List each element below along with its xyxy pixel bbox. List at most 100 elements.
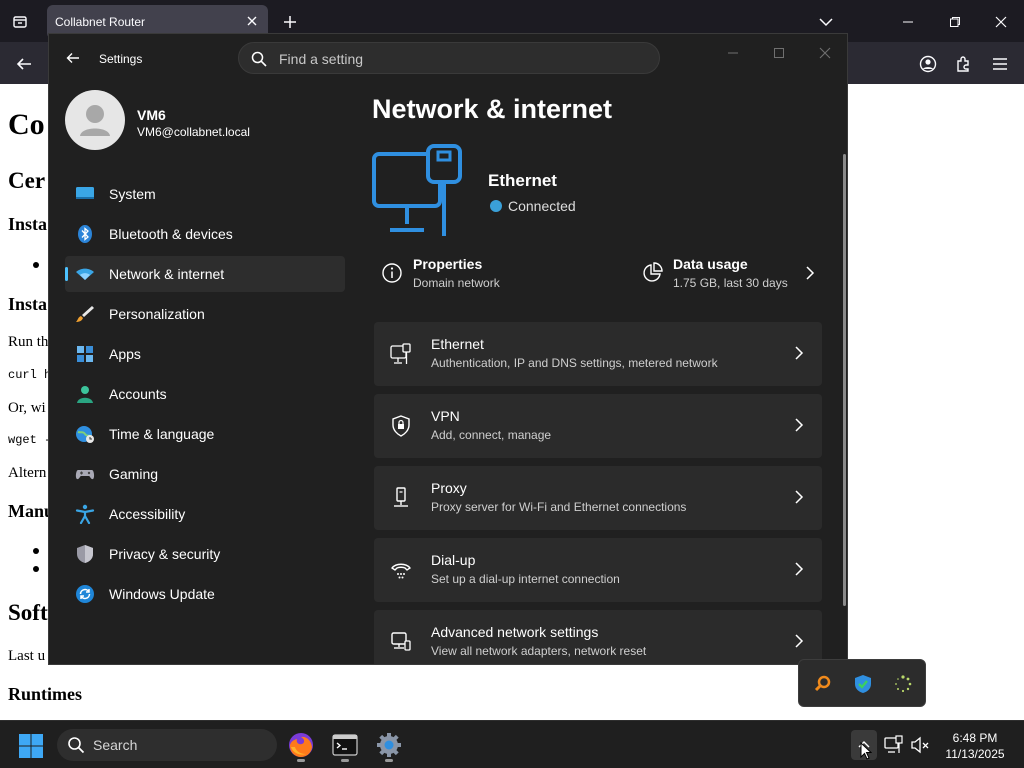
proxy-icon — [394, 487, 408, 507]
avatar[interactable] — [65, 90, 125, 150]
close-window-icon[interactable] — [810, 40, 840, 66]
vpn-settings-card[interactable]: VPN Add, connect, manage — [374, 394, 822, 458]
sidebar-item-system[interactable]: System — [65, 176, 345, 212]
data-usage-link[interactable]: Data usage 1.75 GB, last 30 days — [641, 252, 821, 296]
sidebar-item-label: Gaming — [109, 466, 159, 482]
paragraph: Altern — [8, 465, 47, 481]
close-tab-icon[interactable] — [244, 13, 260, 29]
sidebar-item-accounts[interactable]: Accounts — [65, 376, 345, 412]
connection-status: Connected — [490, 198, 576, 214]
search-input[interactable] — [279, 49, 649, 69]
sidebar-item-label: System — [109, 186, 156, 202]
code-line: wget - — [8, 433, 52, 447]
new-tab-plus-icon[interactable] — [278, 10, 302, 34]
subsection-heading: Runtimes — [8, 684, 83, 704]
chevron-right-icon — [795, 346, 804, 360]
settings-window: Settings VM6 VM6@collabnet.local System … — [48, 33, 848, 665]
settings-taskbar-icon[interactable] — [374, 730, 404, 762]
sidebar-item-network[interactable]: Network & internet — [65, 256, 345, 292]
dialup-settings-card[interactable]: Dial-up Set up a dial-up internet connec… — [374, 538, 822, 602]
card-title: Advanced network settings — [431, 624, 599, 640]
accessibility-icon — [75, 504, 95, 524]
chevron-right-icon — [795, 418, 804, 432]
sidebar-item-label: Privacy & security — [109, 546, 221, 562]
search-icon — [251, 51, 267, 67]
card-title: Dial-up — [431, 552, 476, 568]
magnifier-app-icon[interactable] — [813, 674, 833, 694]
firefox-taskbar-icon[interactable] — [286, 730, 316, 762]
card-subtitle: Set up a dial-up internet connection — [431, 572, 620, 586]
card-title: Ethernet — [431, 336, 484, 352]
sidebar-item-privacy-security[interactable]: Privacy & security — [65, 536, 345, 572]
taskbar-search-box[interactable]: Search — [57, 729, 277, 761]
card-title: Proxy — [431, 480, 467, 496]
sidebar-item-windows-update[interactable]: Windows Update — [65, 576, 345, 612]
loading-spinner-icon[interactable] — [893, 674, 913, 694]
running-indicator — [385, 759, 393, 762]
ethernet-settings-card[interactable]: Ethernet Authentication, IP and DNS sett… — [374, 322, 822, 386]
sidebar-item-personalization[interactable]: Personalization — [65, 296, 345, 332]
close-window-icon[interactable] — [986, 8, 1016, 36]
taskbar-search-label: Search — [93, 737, 138, 753]
account-icon[interactable] — [914, 50, 942, 78]
restore-icon[interactable] — [940, 8, 970, 36]
settings-search-box[interactable] — [238, 42, 660, 74]
ethernet-adapter-name: Ethernet — [488, 171, 557, 190]
advanced-network-settings-card[interactable]: Advanced network settings View all netwo… — [374, 610, 822, 664]
dialup-icon — [390, 563, 412, 579]
show-hidden-icons-chevron-icon[interactable] — [851, 730, 877, 760]
pie-chart-icon — [643, 262, 663, 282]
user-name: VM6 — [137, 107, 166, 123]
extensions-puzzle-icon[interactable] — [950, 50, 978, 78]
card-subtitle: View all network adapters, network reset — [431, 644, 647, 658]
terminal-taskbar-icon[interactable] — [330, 730, 360, 762]
maximize-icon[interactable] — [764, 40, 794, 66]
sidebar-item-label: Time & language — [109, 426, 215, 442]
search-icon — [68, 737, 85, 754]
sidebar-item-label: Windows Update — [109, 586, 215, 602]
hamburger-menu-icon[interactable] — [986, 50, 1014, 78]
monitor-icon — [76, 187, 94, 199]
paragraph: Last u — [8, 648, 46, 664]
gamepad-icon — [75, 470, 95, 480]
apps-icon — [77, 346, 93, 362]
tab-list-icon[interactable] — [8, 10, 32, 34]
page-heading: Co — [8, 108, 45, 141]
shield-icon — [77, 545, 93, 563]
content-scrollbar[interactable] — [843, 154, 846, 606]
security-shield-icon[interactable] — [853, 674, 873, 694]
sidebar-item-accessibility[interactable]: Accessibility — [65, 496, 345, 532]
network-ethernet-icon[interactable] — [884, 735, 904, 755]
minimize-icon[interactable] — [893, 8, 923, 36]
system-clock[interactable]: 6:48 PM 11/13/2025 — [940, 730, 1010, 762]
sidebar-item-time-language[interactable]: Time & language — [65, 416, 345, 452]
running-indicator — [297, 759, 305, 762]
chevron-right-icon — [795, 490, 804, 504]
back-arrow-icon[interactable] — [10, 50, 38, 78]
chevron-right-icon — [795, 562, 804, 576]
clock-date: 11/13/2025 — [945, 747, 1005, 761]
list-bullet — [33, 262, 39, 268]
proxy-settings-card[interactable]: Proxy Proxy server for Wi-Fi and Etherne… — [374, 466, 822, 530]
person-icon — [77, 386, 93, 403]
browser-tab-title: Collabnet Router — [55, 15, 146, 29]
sidebar-item-label: Network & internet — [109, 266, 225, 282]
minimize-icon[interactable] — [718, 40, 748, 66]
windows-start-icon[interactable] — [18, 733, 44, 759]
sidebar-item-apps[interactable]: Apps — [65, 336, 345, 372]
sidebar-item-bluetooth[interactable]: Bluetooth & devices — [65, 216, 345, 252]
back-arrow-icon[interactable] — [61, 46, 85, 70]
properties-link[interactable]: Properties Domain network — [381, 252, 581, 296]
card-title: VPN — [431, 408, 460, 424]
paragraph: Run th — [8, 334, 49, 350]
code-line: curl h — [8, 368, 52, 382]
ethernet-monitor-icon — [372, 144, 462, 236]
brush-icon — [76, 306, 94, 322]
sidebar-item-gaming[interactable]: Gaming — [65, 456, 345, 492]
running-indicator — [341, 759, 349, 762]
ethernet-icon — [390, 343, 411, 364]
vpn-shield-icon — [392, 415, 410, 437]
chevron-down-icon[interactable] — [814, 10, 838, 34]
speaker-muted-icon[interactable] — [910, 735, 930, 755]
data-usage-subtitle: 1.75 GB, last 30 days — [673, 276, 788, 290]
